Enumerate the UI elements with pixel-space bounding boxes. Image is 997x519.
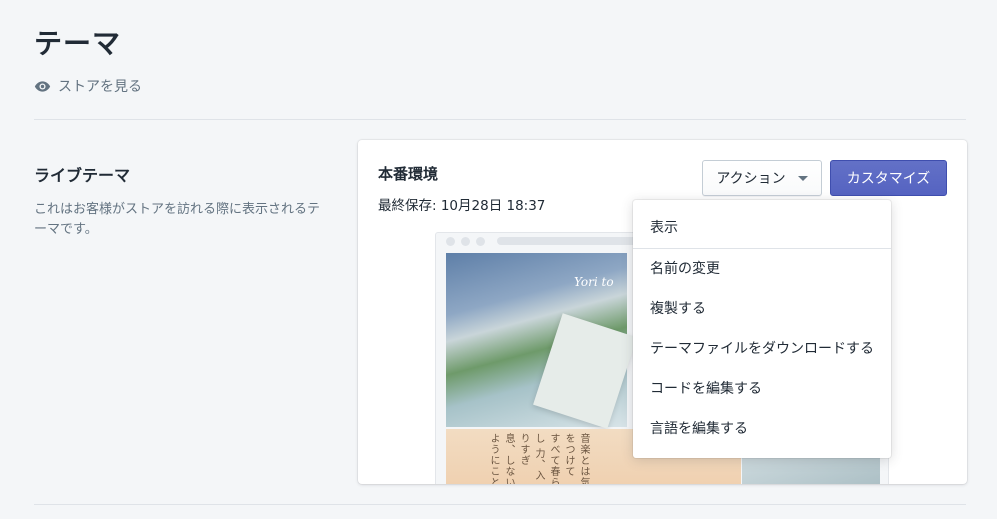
live-theme-title: ライブテーマ	[34, 166, 131, 185]
customize-button-label: カスタマイズ	[846, 171, 931, 187]
eye-icon	[34, 80, 51, 92]
menu-item-download-theme[interactable]: テーマファイルをダウンロードする	[633, 329, 891, 369]
browser-dot-icon	[476, 236, 485, 246]
divider-bottom	[34, 504, 966, 505]
browser-url-bar	[497, 237, 647, 245]
customize-button[interactable]: カスタマイズ	[830, 160, 947, 196]
caret-down-icon	[797, 175, 808, 181]
preview-logo: Yori to	[574, 275, 614, 289]
view-store-label: ストアを見る	[58, 79, 142, 95]
menu-item-edit-code[interactable]: コードを編集する	[633, 369, 891, 409]
actions-button-label: アクション	[716, 171, 786, 187]
page-title: テーマ	[34, 27, 122, 60]
actions-button[interactable]: アクション	[702, 160, 822, 196]
last-saved-text: 最終保存: 10月28日 18:37	[378, 198, 546, 214]
menu-item-rename[interactable]: 名前の変更	[633, 249, 891, 289]
actions-menu: 表示 名前の変更 複製する テーマファイルをダウンロードする コードを編集する …	[633, 200, 891, 458]
menu-item-duplicate[interactable]: 複製する	[633, 289, 891, 329]
menu-item-edit-languages[interactable]: 言語を編集する	[633, 409, 891, 449]
preview-hero-image: Yori to	[446, 253, 637, 429]
browser-dot-icon	[446, 236, 455, 246]
divider-top	[34, 119, 966, 120]
preview-book-text: 音楽とは気をつけて すべて春らし 力、入りすぎ 息、しないようにこと	[488, 433, 589, 484]
live-theme-description: これはお客様がストアを訪れる際に表示されるテーマです。	[34, 202, 321, 237]
menu-item-view[interactable]: 表示	[633, 208, 891, 248]
theme-name: 本番環境	[378, 165, 439, 183]
preview-card-image	[533, 313, 637, 429]
view-store-link[interactable]: ストアを見る	[34, 76, 142, 96]
browser-dot-icon	[461, 236, 470, 246]
